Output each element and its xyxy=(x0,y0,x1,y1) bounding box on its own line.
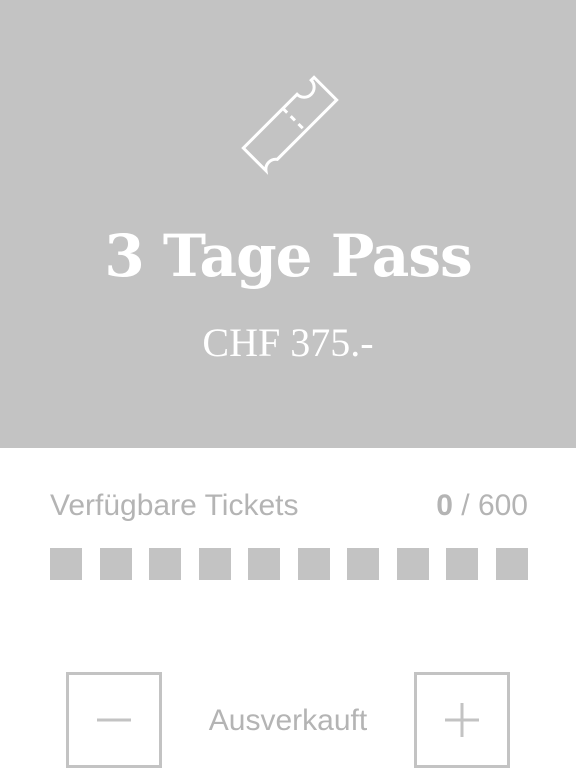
increase-quantity-button[interactable] xyxy=(414,672,510,768)
indicator-segment xyxy=(496,548,528,580)
pass-title: 3 Tage Pass xyxy=(104,222,472,290)
indicator-segment xyxy=(347,548,379,580)
indicator-segment xyxy=(149,548,181,580)
indicator-segment xyxy=(446,548,478,580)
total-count: 600 xyxy=(477,489,528,522)
sold-count: 0 xyxy=(436,489,453,522)
indicator-segment xyxy=(50,548,82,580)
indicator-segment xyxy=(199,548,231,580)
indicator-segment xyxy=(397,548,429,580)
decrease-quantity-button[interactable] xyxy=(66,672,162,768)
availability-row: Verfügbare Tickets 0 / 600 xyxy=(50,486,528,526)
minus-icon xyxy=(97,718,131,722)
availability-count: 0 / 600 xyxy=(436,486,528,526)
indicator-segment xyxy=(100,548,132,580)
availability-label: Verfügbare Tickets xyxy=(50,489,299,522)
pass-price: CHF 375.- xyxy=(202,320,374,365)
count-separator: / xyxy=(461,489,470,522)
sold-out-status: Ausverkauft xyxy=(208,704,368,737)
ticket-hero: 3 Tage Pass CHF 375.- xyxy=(0,0,576,448)
plus-icon xyxy=(445,703,479,737)
availability-indicator xyxy=(50,548,528,580)
indicator-segment xyxy=(298,548,330,580)
ticket-icon xyxy=(241,75,339,175)
indicator-segment xyxy=(248,548,280,580)
